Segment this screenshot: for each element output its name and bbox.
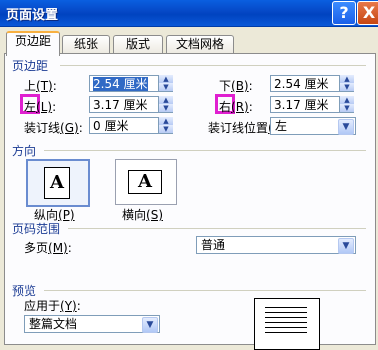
landscape-key: (S) [146,208,163,222]
window-title: 页面设置 [6,8,59,23]
tab-doc-grid[interactable]: 文档网格 [166,35,234,54]
top-margin-label: 上(T): [24,79,57,93]
spin-down-icon[interactable]: ▼ [159,83,173,91]
bottom-margin-value: 2.54 厘米 [274,77,329,91]
portrait-page-icon: A [44,167,70,199]
right-margin-label: 右(R): [219,100,253,114]
gutter-position-value: 左 [275,119,288,133]
multi-pages-select[interactable]: 普通 ▼ [196,236,356,254]
apply-to-label-text: 应用于 [24,299,61,313]
chevron-down-icon[interactable]: ▼ [338,238,354,254]
right-margin-key: (R) [231,100,249,114]
chevron-down-icon[interactable]: ▼ [338,119,354,135]
top-margin-key: (T) [36,79,53,93]
tab-margins[interactable]: 页边距 [6,31,60,56]
gutter-value: 0 厘米 [93,119,129,133]
top-margin-label-text: 上 [24,79,37,93]
bottom-margin-label: 下(B): [219,79,253,93]
gutter-label: 装订线(G): [24,121,83,135]
right-margin-input[interactable]: 3.17 厘米 ▲ ▼ [270,96,354,113]
bottom-margin-key: (B) [231,79,249,93]
orientation-section-title: 方向 [12,144,37,158]
preview-line [265,322,307,323]
apply-to-key: (Y) [60,299,77,313]
left-margin-input[interactable]: 3.17 厘米 ▲ ▼ [89,96,173,113]
portrait-key: (P) [58,208,75,222]
left-margin-label: 左(L): [24,100,57,114]
multi-pages-label-text: 多页 [24,241,49,255]
preview-line [265,317,307,318]
preview-divider [44,290,366,291]
right-margin-label-text: 右 [219,100,232,114]
top-margin-input[interactable]: 2.54 厘米 ▲ ▼ [89,75,173,92]
preview-line [265,307,307,308]
tab-layout[interactable]: 版式 [113,35,163,54]
close-button[interactable]: X [357,1,378,25]
portrait-option[interactable]: A [26,159,90,207]
bottom-margin-label-text: 下 [219,79,232,93]
bottom-margin-spinner[interactable]: ▲ ▼ [339,75,354,92]
left-margin-label-text: 左 [24,100,37,114]
gutter-key: (G) [60,121,79,135]
apply-to-select[interactable]: 整篇文档 ▼ [24,315,160,333]
right-margin-spinner[interactable]: ▲ ▼ [339,96,354,113]
pages-section-title: 页码范围 [12,222,61,236]
spin-down-icon[interactable]: ▼ [340,83,354,91]
preview-line [265,327,307,328]
gutter-input[interactable]: 0 厘米 ▲ ▼ [89,117,173,134]
spin-down-icon[interactable]: ▼ [159,125,173,133]
chevron-down-icon[interactable]: ▼ [142,317,158,333]
gutter-spinner[interactable]: ▲ ▼ [158,117,173,134]
multi-pages-label: 多页(M): [24,241,72,255]
help-button[interactable]: ? [332,1,356,25]
gutter-label-text: 装订线 [24,121,61,135]
right-margin-value: 3.17 厘米 [274,98,329,112]
landscape-page-icon: A [128,170,162,194]
margins-divider [60,65,366,66]
top-margin-spinner[interactable]: ▲ ▼ [158,75,173,92]
gutter-position-label-text: 装订线位置 [208,121,269,135]
title-bar: 页面设置 ? X [0,0,378,27]
landscape-label-text: 横向 [122,208,147,222]
preview-line [265,312,307,313]
bottom-margin-input[interactable]: 2.54 厘米 ▲ ▼ [270,75,354,92]
top-margin-value: 2.54 厘米 [93,77,148,91]
left-margin-value: 3.17 厘米 [93,98,148,112]
orientation-divider [44,150,366,151]
tab-paper[interactable]: 纸张 [62,35,110,54]
landscape-option[interactable]: A [115,159,177,205]
multi-pages-key: (M) [48,241,68,255]
gutter-position-select[interactable]: 左 ▼ [270,117,356,135]
preview-line [265,332,307,333]
pages-divider [68,228,366,229]
landscape-label[interactable]: 横向(S) [122,206,163,223]
multi-pages-value: 普通 [201,238,226,252]
apply-to-value: 整篇文档 [29,317,78,331]
spin-down-icon[interactable]: ▼ [340,104,354,112]
left-margin-spinner[interactable]: ▲ ▼ [158,96,173,113]
apply-to-label: 应用于(Y): [24,299,81,313]
margins-section-title: 页边距 [12,59,49,73]
page-preview [254,298,320,350]
spin-down-icon[interactable]: ▼ [159,104,173,112]
left-margin-key: (L) [36,100,53,114]
